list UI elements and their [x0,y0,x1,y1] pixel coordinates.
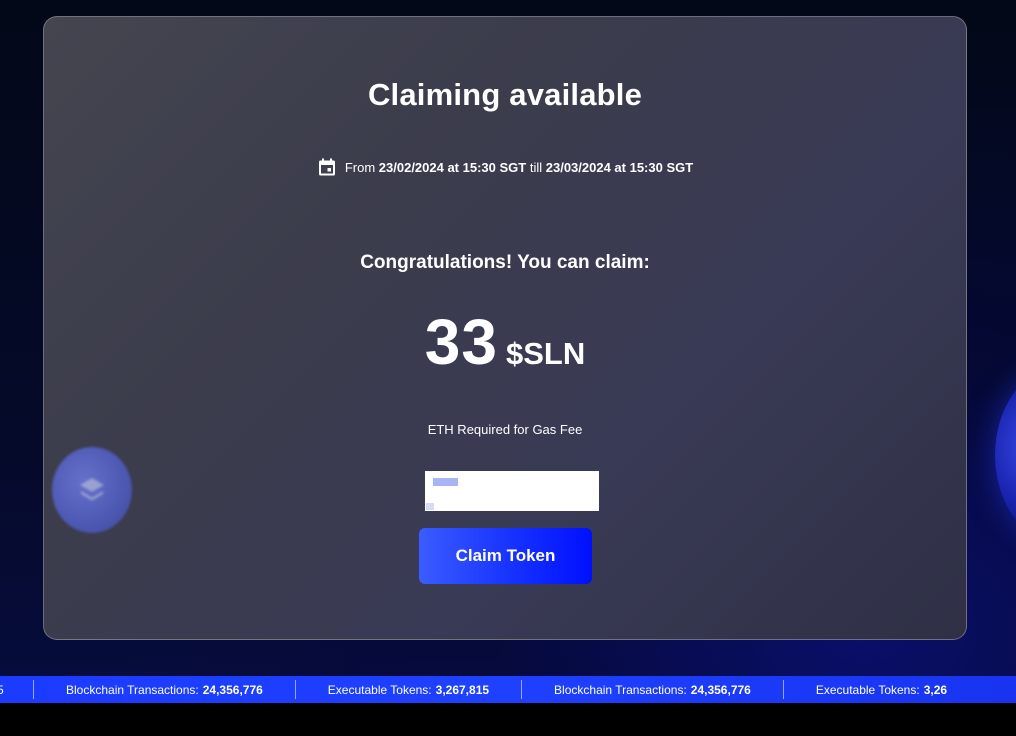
period-start: 23/02/2024 at 15:30 SGT [378,159,527,175]
ticker-partial-value: 5 [0,682,4,697]
ticker-item: Blockchain Transactions: 24,356,776 [521,680,783,699]
ticker-value: 3,267,815 [435,682,490,697]
amount-value: 33 [424,306,498,378]
decorative-coin-right [995,370,1016,540]
period-text: From 23/02/2024 at 15:30 SGT till 23/03/… [345,160,693,175]
ticker-label: Executable Tokens: [327,682,432,697]
ticker-label: Blockchain Transactions: [554,682,687,697]
ticker-label: Executable Tokens: [815,682,920,697]
layers-coin-icon [52,447,132,533]
ticker-value: 24,356,776 [202,682,263,697]
claim-amount: 33 $SLN [44,305,966,379]
ticker-item: Blockchain Transactions: 24,356,776 [33,680,295,699]
gas-fee-redacted [433,478,458,486]
ticker-item: Executable Tokens: 3,26 [782,680,979,699]
claim-card: Claiming available From 23/02/2024 at 15… [43,16,967,640]
calendar-icon [318,158,335,176]
gas-fee-label: ETH Required for Gas Fee [427,422,583,437]
ticker-item: Executable Tokens: 3,267,815 [294,680,521,699]
page-background: Claiming available From 23/02/2024 at 15… [0,0,1016,736]
period-end: 23/03/2024 at 15:30 SGT [545,159,694,175]
ticker-value: 3,26 [923,682,948,697]
page-title: Claiming available [367,77,643,112]
period-from-label: From [344,159,376,175]
token-ticker: $SLN [505,336,586,371]
period-till-label: till [529,159,543,175]
layers-icon [80,478,104,501]
bottom-strip [0,703,1016,736]
ticker-value: 24,356,776 [690,682,751,697]
claim-token-button[interactable]: Claim Token [419,528,592,584]
gas-fee-widget[interactable] [425,471,599,511]
stats-ticker-bar: 5 Blockchain Transactions: 24,356,776 Ex… [0,676,1016,703]
ticker-partial-item: 5 [0,680,33,699]
claim-period: From 23/02/2024 at 15:30 SGT till 23/03/… [44,157,966,177]
gas-fee-redacted-small [426,503,434,510]
congrats-message: Congratulations! You can claim: [360,252,650,273]
ticker-label: Blockchain Transactions: [66,682,199,697]
